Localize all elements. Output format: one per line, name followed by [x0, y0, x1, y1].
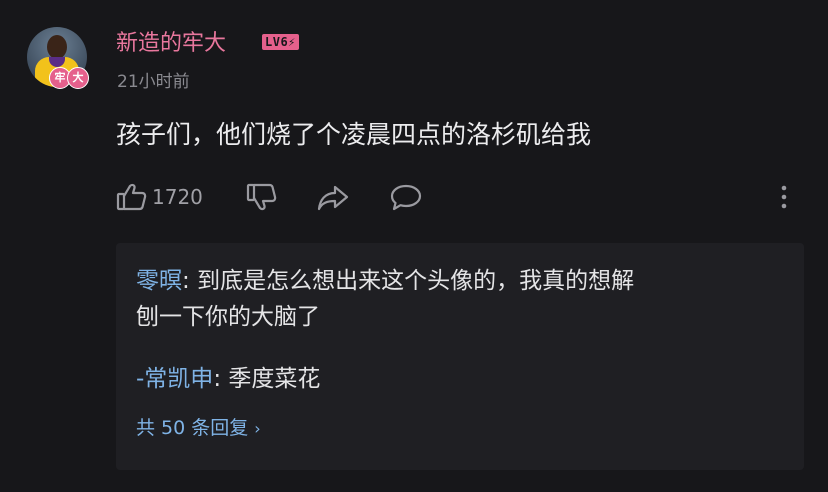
- reply-button[interactable]: [388, 180, 424, 214]
- thumbs-up-icon: [116, 182, 148, 212]
- dislike-button[interactable]: [246, 180, 278, 214]
- level-badge: LV6⚡: [262, 34, 299, 50]
- reply-text-line2: 刨一下你的大脑了: [136, 304, 320, 330]
- share-button[interactable]: [316, 180, 350, 214]
- username[interactable]: 新造的牢大: [116, 25, 226, 57]
- reply-text-line1: 到底是怎么想出来这个头像的，我真的想解: [197, 268, 635, 294]
- like-count: 1720: [152, 185, 203, 209]
- replies-panel[interactable]: 零暝: 到底是怎么想出来这个头像的，我真的想解 刨一下你的大脑了 -常凯申: 季…: [116, 243, 804, 470]
- view-all-replies-label: 共 50 条回复: [136, 417, 249, 439]
- comment-actions: 1720: [116, 180, 816, 214]
- more-vertical-icon: [780, 182, 788, 212]
- reply-author[interactable]: -常凯申: [136, 366, 213, 392]
- avatar-badge-2: 大: [67, 67, 89, 89]
- comment-text: 孩子们，他们烧了个凌晨四点的洛杉矶给我: [116, 120, 592, 149]
- more-options-button[interactable]: [780, 180, 788, 214]
- avatar[interactable]: 牢 大: [27, 27, 89, 89]
- reply-separator: :: [182, 268, 198, 294]
- reply-text: 季度菜花: [228, 366, 321, 392]
- timestamp: 21小时前: [117, 72, 190, 92]
- like-button[interactable]: 1720: [116, 180, 203, 214]
- view-all-replies-link[interactable]: 共 50 条回复 ›: [136, 413, 261, 440]
- comment-icon: [388, 182, 424, 212]
- reply-item: 零暝: 到底是怎么想出来这个头像的，我真的想解 刨一下你的大脑了: [136, 263, 786, 335]
- reply-separator: :: [213, 366, 229, 392]
- reply-item: -常凯申: 季度菜花: [136, 361, 320, 397]
- comment-card: 牢 大 新造的牢大 LV6⚡ 21小时前 孩子们，他们烧了个凌晨四点的洛杉矶给我…: [0, 0, 828, 492]
- share-icon: [316, 182, 350, 212]
- reply-author[interactable]: 零暝: [136, 268, 182, 294]
- thumbs-down-icon: [246, 182, 278, 212]
- chevron-right-icon: ›: [254, 419, 261, 438]
